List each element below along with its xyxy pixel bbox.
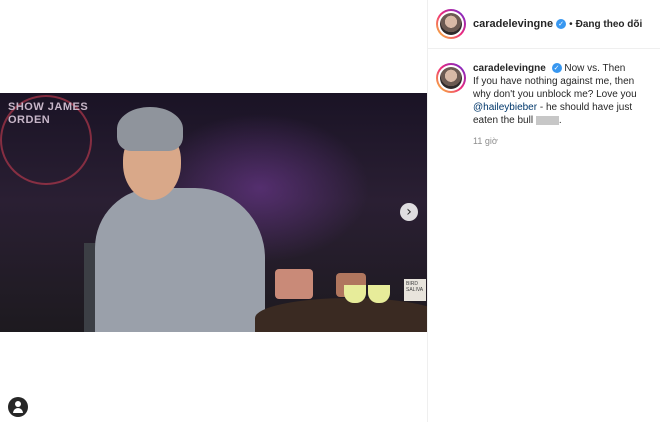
verified-badge-icon: ✓	[551, 63, 562, 74]
person-hoodie	[95, 188, 265, 332]
show-logo: SHOW JAMES ORDEN	[0, 95, 92, 185]
food-item	[275, 269, 313, 299]
avatar-image	[440, 13, 462, 35]
caption-body: caradelevingne ✓ Now vs. Then If you hav…	[473, 62, 651, 148]
carousel-next-button[interactable]: ›	[400, 203, 418, 221]
media-pane: SHOW JAMES ORDEN BIRD SALIVA ›	[0, 0, 427, 422]
post-timestamp[interactable]: 11 giờ	[473, 135, 651, 148]
person-beanie	[117, 107, 183, 151]
header-username-link[interactable]: caradelevingne	[473, 18, 553, 30]
post-media-video-frame[interactable]: SHOW JAMES ORDEN BIRD SALIVA	[0, 93, 427, 332]
caption-first-line: Now vs. Then	[564, 63, 626, 74]
verified-badge-icon: ✓	[556, 19, 567, 29]
caption-avatar[interactable]	[436, 63, 466, 93]
mention-link[interactable]: @haileybieber	[473, 102, 537, 113]
post-caption: caradelevingne ✓ Now vs. Then If you hav…	[436, 62, 656, 148]
caption-text-end: .	[558, 115, 562, 126]
glass	[368, 285, 390, 303]
chevron-right-icon: ›	[406, 204, 412, 220]
following-button[interactable]: Đang theo dõi	[576, 19, 643, 30]
user-tag-button[interactable]	[8, 397, 28, 417]
table-card: BIRD SALIVA	[404, 279, 426, 301]
redacted-block	[535, 115, 559, 125]
avatar-image	[440, 67, 462, 89]
glass	[344, 285, 366, 303]
separator-dot: •	[569, 18, 573, 30]
avatar[interactable]	[436, 9, 466, 39]
caption-text: If you have nothing against me, then why…	[473, 76, 637, 100]
table	[255, 298, 427, 332]
post-header: caradelevingne ✓ • Đang theo dõi	[428, 0, 660, 49]
post-sidebar: caradelevingne ✓ • Đang theo dõi caradel…	[427, 0, 660, 422]
caption-username-link[interactable]: caradelevingne	[473, 63, 546, 74]
